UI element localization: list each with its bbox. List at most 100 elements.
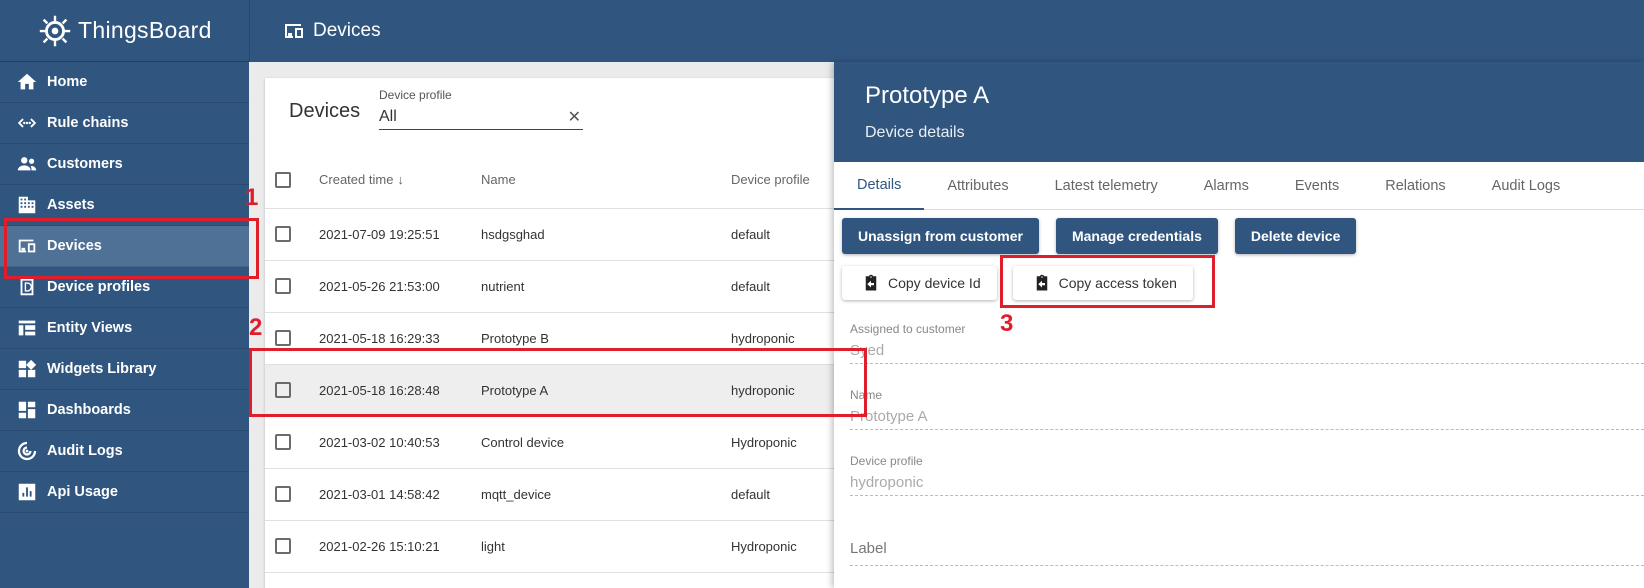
sidebar-item-label: Rule chains <box>47 115 129 131</box>
cell-created-time: 2021-07-09 19:25:51 <box>319 208 481 261</box>
row-checkbox[interactable] <box>275 278 291 295</box>
devices-icon <box>18 239 36 253</box>
select-all-checkbox[interactable] <box>275 172 291 189</box>
clear-filter-icon[interactable]: ✕ <box>568 107 583 127</box>
row-checkbox[interactable] <box>275 226 291 243</box>
row-checkbox[interactable] <box>275 486 291 503</box>
sidebar-item-dashboards[interactable]: Dashboards <box>0 390 249 431</box>
row-checkbox[interactable] <box>275 330 291 347</box>
devices-table-card: Devices Device profile All ✕ Created tim… <box>265 78 865 588</box>
sidebar-item-label: Assets <box>47 197 95 213</box>
sidebar-item-widgets-library[interactable]: Widgets Library <box>0 349 249 390</box>
clipboard-arrow-icon <box>1036 274 1047 291</box>
cell-name: light <box>481 520 731 573</box>
sidebar-item-rule-chains[interactable]: Rule chains <box>0 103 249 144</box>
column-created-time[interactable]: Created time ↓ <box>319 152 481 209</box>
sidebar-item-device-profiles[interactable]: Device profiles <box>0 267 249 308</box>
sidebar-item-entity-views[interactable]: Entity Views <box>0 308 249 349</box>
sidebar-item-label: Dashboards <box>47 402 131 418</box>
cell-created-time: 2021-05-26 21:53:00 <box>319 260 481 313</box>
page-title: Devices <box>313 20 381 41</box>
row-checkbox[interactable] <box>275 434 291 451</box>
tab-latest-telemetry[interactable]: Latest telemetry <box>1032 162 1181 210</box>
table-row[interactable]: 2021-05-18 16:29:33 Prototype B hydropon… <box>265 312 865 365</box>
devices-table-title: Devices <box>289 100 361 122</box>
widgets-library-icon <box>18 359 37 378</box>
app-name: ThingsBoard <box>78 17 212 43</box>
name-field: Name Prototype A <box>850 388 1644 430</box>
clipboard-arrow-icon <box>865 274 877 291</box>
cell-name: Prototype A <box>481 364 731 417</box>
sidebar-item-label: Entity Views <box>47 320 133 336</box>
dashboards-icon <box>18 401 36 419</box>
cell-name: Prototype B <box>481 312 731 365</box>
sort-arrow-down-icon[interactable]: ↓ <box>397 172 404 187</box>
annotation-number-1: 1 <box>245 184 259 211</box>
device-profile-value: hydroponic <box>850 474 924 491</box>
delete-device-button[interactable]: Delete device <box>1234 218 1357 254</box>
row-checkbox[interactable] <box>275 538 291 555</box>
cell-name: Control device <box>481 416 731 469</box>
tab-audit-logs[interactable]: Audit Logs <box>1469 162 1584 210</box>
devices-table: Created time ↓ Name Device profile 2021-0… <box>265 152 865 573</box>
sidebar-item-label: Device profiles <box>47 279 151 295</box>
cell-created-time: 2021-05-18 16:28:48 <box>319 364 481 417</box>
audit-logs-icon <box>17 441 37 461</box>
cell-created-time: 2021-03-01 14:58:42 <box>319 468 481 521</box>
rule-chains-icon <box>17 118 37 128</box>
customers-icon <box>17 157 37 171</box>
cell-name: hsdgsghad <box>481 208 731 261</box>
details-header: Prototype A Device details <box>834 62 1644 162</box>
entity-views-icon <box>18 320 36 336</box>
details-title: Prototype A <box>865 82 990 109</box>
cell-created-time: 2021-02-26 15:10:21 <box>319 520 481 573</box>
annotation-number-2: 2 <box>249 314 263 341</box>
sidebar-item-customers[interactable]: Customers <box>0 144 249 185</box>
sidebar: ThingsBoard Home Rule chains Customers A… <box>0 0 249 588</box>
device-profile-filter-label: Device profile <box>379 88 452 102</box>
table-row-selected[interactable]: 2021-05-18 16:28:48 Prototype A hydropon… <box>265 364 865 417</box>
table-row[interactable]: 2021-02-26 15:10:21 light Hydroponic <box>265 520 865 573</box>
copy-device-id-button[interactable]: Copy device Id <box>842 266 997 300</box>
sidebar-item-devices[interactable]: Devices <box>0 226 249 267</box>
annotation-number-3: 3 <box>1000 310 1014 337</box>
thingsboard-logo-icon <box>39 15 71 46</box>
table-row[interactable]: 2021-03-02 10:40:53 Control device Hydro… <box>265 416 865 469</box>
sidebar-item-assets[interactable]: Assets <box>0 185 249 226</box>
cell-name: nutrient <box>481 260 731 313</box>
device-profile-filter-value[interactable]: All <box>379 108 397 126</box>
unassign-from-customer-button[interactable]: Unassign from customer <box>842 218 1039 254</box>
table-row[interactable]: 2021-05-26 21:53:00 nutrient default <box>265 260 865 313</box>
assigned-customer-value: Syed <box>850 342 885 359</box>
api-usage-icon <box>18 483 36 501</box>
sidebar-item-label: Widgets Library <box>47 361 157 377</box>
cell-created-time: 2021-03-02 10:40:53 <box>319 416 481 469</box>
top-bar: Devices <box>249 0 1644 62</box>
assigned-customer-field: Assigned to customer Syed <box>850 322 1644 364</box>
table-row[interactable]: 2021-07-09 19:25:51 hsdgsghad default <box>265 208 865 261</box>
details-subtitle: Device details <box>865 124 965 141</box>
sidebar-item-label: Home <box>47 74 88 90</box>
details-tabs: Details Attributes Latest telemetry Alar… <box>834 162 1644 210</box>
tab-alarms[interactable]: Alarms <box>1181 162 1272 210</box>
app-logo[interactable]: ThingsBoard <box>0 0 249 62</box>
assets-icon <box>18 196 36 214</box>
sidebar-item-api-usage[interactable]: Api Usage <box>0 472 249 513</box>
column-name[interactable]: Name <box>481 152 731 209</box>
sidebar-item-label: Audit Logs <box>47 443 123 459</box>
device-profiles-icon <box>20 278 34 296</box>
sidebar-item-audit-logs[interactable]: Audit Logs <box>0 431 249 472</box>
home-icon <box>17 73 37 90</box>
device-profile-filter[interactable]: Device profile All ✕ <box>379 88 583 130</box>
tab-attributes[interactable]: Attributes <box>924 162 1031 210</box>
row-checkbox[interactable] <box>275 382 291 399</box>
tab-relations[interactable]: Relations <box>1362 162 1468 210</box>
name-value: Prototype A <box>850 408 928 425</box>
tab-events[interactable]: Events <box>1272 162 1362 210</box>
label-field[interactable]: Label <box>850 540 1644 566</box>
sidebar-item-home[interactable]: Home <box>0 62 249 103</box>
manage-credentials-button[interactable]: Manage credentials <box>1055 218 1218 254</box>
tab-details[interactable]: Details <box>834 162 925 210</box>
copy-access-token-button[interactable]: Copy access token <box>1012 266 1193 300</box>
table-row[interactable]: 2021-03-01 14:58:42 mqtt_device default <box>265 468 865 521</box>
